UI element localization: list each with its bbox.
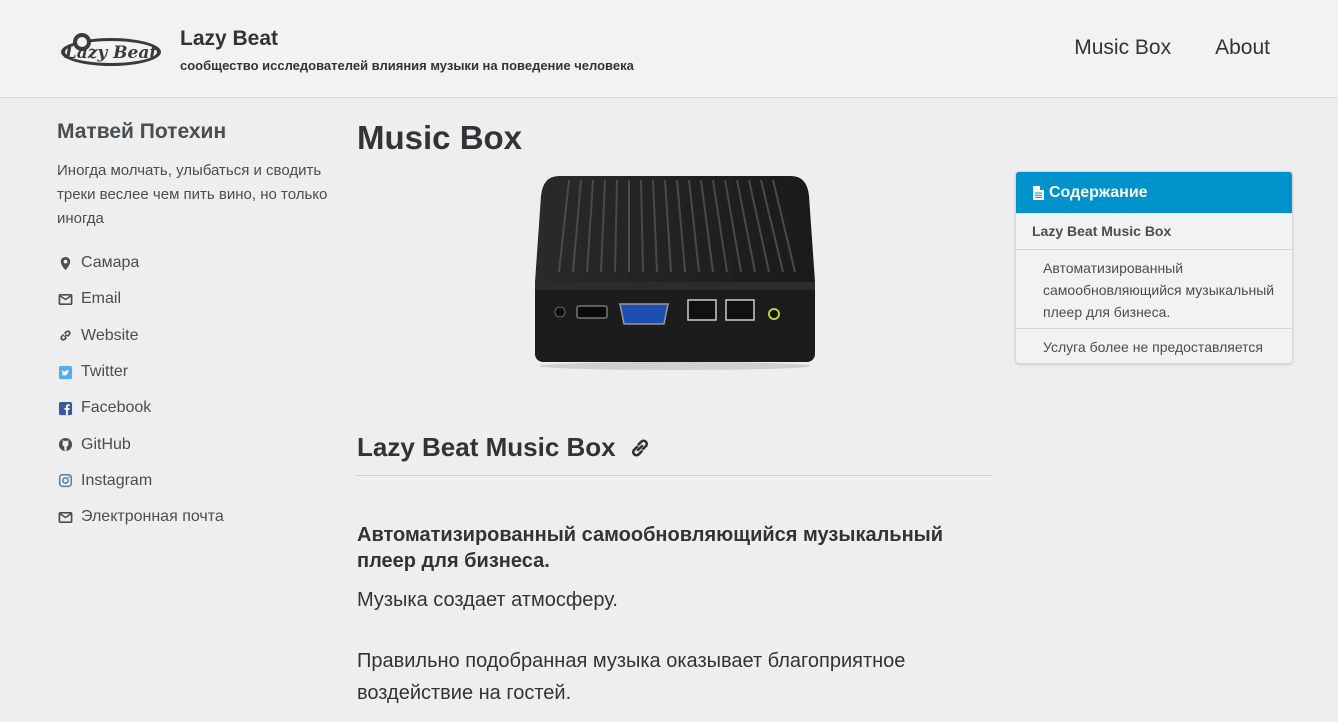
link-icon (57, 328, 73, 344)
toc-title: Содержание (1049, 183, 1148, 201)
author-bio: Иногда молчать, улыбаться и сводить трек… (57, 162, 328, 227)
author-links: Самара Email Website Twitter Facebook Gi… (57, 245, 337, 535)
nav-music-box[interactable]: Music Box (1074, 36, 1171, 60)
nav-about[interactable]: About (1215, 36, 1270, 60)
toc-item[interactable]: Услуга более не предоставляется (1016, 329, 1292, 363)
facebook-icon (57, 400, 73, 416)
masthead: Lazy Beat Lazy Beat сообщество исследова… (0, 0, 1338, 98)
music-box-device-image (535, 176, 815, 370)
author-link-label: GitHub (81, 435, 131, 453)
location-icon (57, 255, 73, 271)
paragraph: Правильно подобранная музыка оказывает б… (357, 650, 906, 704)
page-title: Music Box (357, 119, 523, 156)
author-name: Матвей Потехин (57, 120, 227, 143)
anchor-link-icon[interactable] (628, 436, 652, 460)
main-content: Music Box Lazy Beat Music Box Автоматизи… (357, 118, 993, 709)
toc-header: Содержание (1016, 172, 1292, 213)
author-sidebar: Матвей Потехин Иногда молчать, улыбаться… (57, 120, 337, 535)
subheading: Автоматизированный самообновляющийся муз… (357, 524, 944, 572)
author-link-instagram[interactable]: Instagram (57, 463, 337, 499)
table-of-contents: Содержание Lazy Beat Music Box Автоматиз… (1015, 171, 1293, 364)
author-link-email-alt[interactable]: Электронная почта (57, 499, 337, 535)
author-link-label: Электронная почта (81, 508, 224, 526)
section-heading: Lazy Beat Music Box (357, 432, 993, 476)
github-icon (57, 437, 73, 453)
author-link-facebook[interactable]: Facebook (57, 390, 337, 426)
toc-item[interactable]: Автоматизированный самообновляющийся муз… (1016, 250, 1292, 329)
author-link-label: Twitter (81, 363, 129, 381)
email-icon (57, 291, 73, 307)
site-title[interactable]: Lazy Beat (180, 27, 278, 51)
section-heading-text: Lazy Beat Music Box (357, 432, 616, 462)
author-link-email[interactable]: Email (57, 281, 337, 317)
author-link-twitter[interactable]: Twitter (57, 354, 337, 390)
main-nav: Music Box About (1074, 36, 1270, 60)
site-subtitle: сообщество исследователей влияния музыки… (180, 58, 634, 73)
document-icon (1033, 185, 1044, 200)
instagram-icon (57, 473, 73, 489)
author-link-label: Website (81, 326, 139, 344)
author-link-website[interactable]: Website (57, 318, 337, 354)
author-link-location[interactable]: Самара (57, 245, 337, 281)
svg-text:Lazy Beat: Lazy Beat (64, 43, 158, 63)
author-link-label: Самара (81, 254, 140, 272)
author-link-github[interactable]: GitHub (57, 426, 337, 462)
author-link-label: Instagram (81, 471, 153, 489)
email-icon (57, 509, 73, 525)
site-logo[interactable]: Lazy Beat (60, 30, 162, 70)
toc-item[interactable]: Lazy Beat Music Box (1016, 213, 1292, 250)
author-link-label: Email (81, 290, 122, 308)
paragraph: Музыка создает атмосферу. (357, 589, 618, 611)
author-link-label: Facebook (81, 399, 152, 417)
twitter-icon (57, 364, 73, 380)
